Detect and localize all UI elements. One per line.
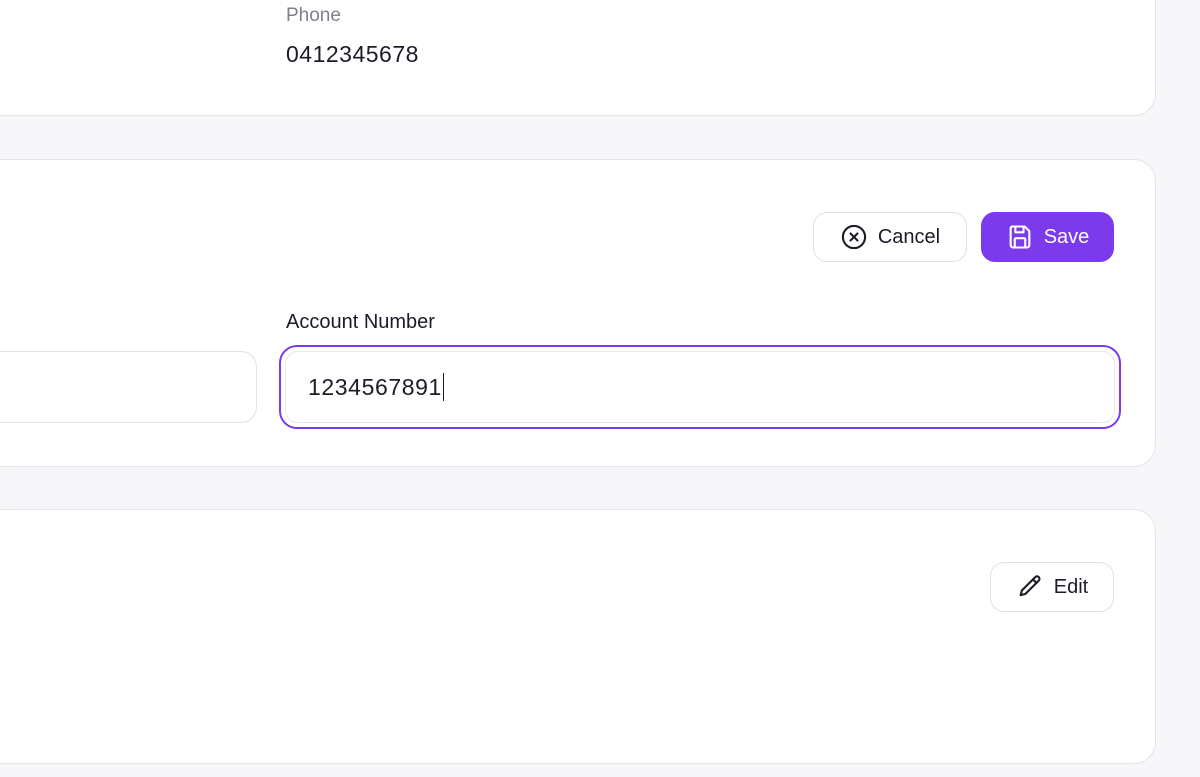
contact-card: Phone 0412345678 bbox=[0, 0, 1156, 116]
x-circle-icon bbox=[840, 223, 868, 251]
account-number-value: 1234567891 bbox=[308, 373, 442, 400]
page: Phone 0412345678 Cancel Save Account Num… bbox=[0, 0, 1200, 777]
account-number-label: Account Number bbox=[286, 311, 435, 333]
bank-details-card: Cancel Save Account Number 1234567891 bbox=[0, 159, 1156, 467]
floppy-disk-icon bbox=[1006, 223, 1034, 251]
edit-button[interactable]: Edit bbox=[990, 562, 1114, 612]
text-caret bbox=[442, 373, 445, 401]
edit-button-label: Edit bbox=[1053, 575, 1089, 598]
phone-label: Phone bbox=[286, 5, 341, 26]
cancel-button[interactable]: Cancel bbox=[813, 212, 967, 262]
bsb-input[interactable] bbox=[0, 351, 257, 423]
account-number-input-inner[interactable]: 1234567891 bbox=[285, 351, 1115, 423]
phone-value: 0412345678 bbox=[286, 41, 419, 67]
pencil-icon bbox=[1016, 573, 1044, 601]
account-number-input[interactable]: 1234567891 bbox=[279, 345, 1121, 429]
save-button-label: Save bbox=[1043, 225, 1090, 248]
cancel-button-label: Cancel bbox=[877, 225, 941, 248]
details-card: Edit bbox=[0, 509, 1156, 764]
save-button[interactable]: Save bbox=[981, 212, 1114, 262]
